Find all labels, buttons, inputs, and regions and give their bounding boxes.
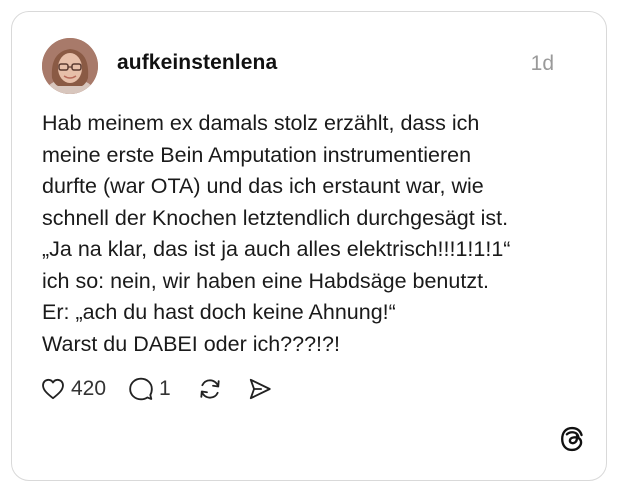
username[interactable]: aufkeinstenlena (117, 51, 277, 75)
post-timestamp: 1d (530, 52, 554, 75)
post-text-line: Hab meinem ex damals stolz erzählt, dass… (42, 111, 480, 135)
like-count: 420 (71, 377, 107, 400)
avatar[interactable] (42, 38, 98, 94)
post-text-line: Warst du DABEI oder ich???!?! (42, 331, 340, 356)
post-card: aufkeinstenlena 1d Hab meinem ex damals … (11, 11, 607, 481)
share-button[interactable] (247, 376, 273, 402)
post-text-line: schnell der Knochen letztendlich durchge… (42, 205, 509, 230)
like-button[interactable]: 420 (40, 376, 106, 402)
reply-button[interactable]: 1 (128, 376, 171, 402)
post-text-line: ich so: nein, wir haben eine Habdsäge be… (42, 268, 490, 293)
post-text-line: meine erste Bein Amputation instrumentie… (42, 142, 472, 167)
repost-icon (200, 379, 220, 399)
avatar-image (42, 38, 98, 94)
action-bar: 420 1 (40, 376, 273, 402)
post-text-line: „Ja na klar, das ist ja auch alles elekt… (42, 237, 511, 261)
reply-count: 1 (159, 377, 171, 400)
comment-icon (129, 377, 153, 401)
repost-button[interactable] (197, 376, 223, 402)
post-text-line: Er: „ach du hast doch keine Ahnung!“ (42, 300, 396, 324)
post-body: Hab meinem ex damals stolz erzählt, dass… (42, 108, 582, 360)
post-text-line: durfte (war OTA) und das ich erstaunt wa… (42, 174, 484, 198)
threads-logo-icon (558, 425, 586, 458)
send-icon (249, 378, 271, 400)
heart-icon (42, 378, 64, 400)
